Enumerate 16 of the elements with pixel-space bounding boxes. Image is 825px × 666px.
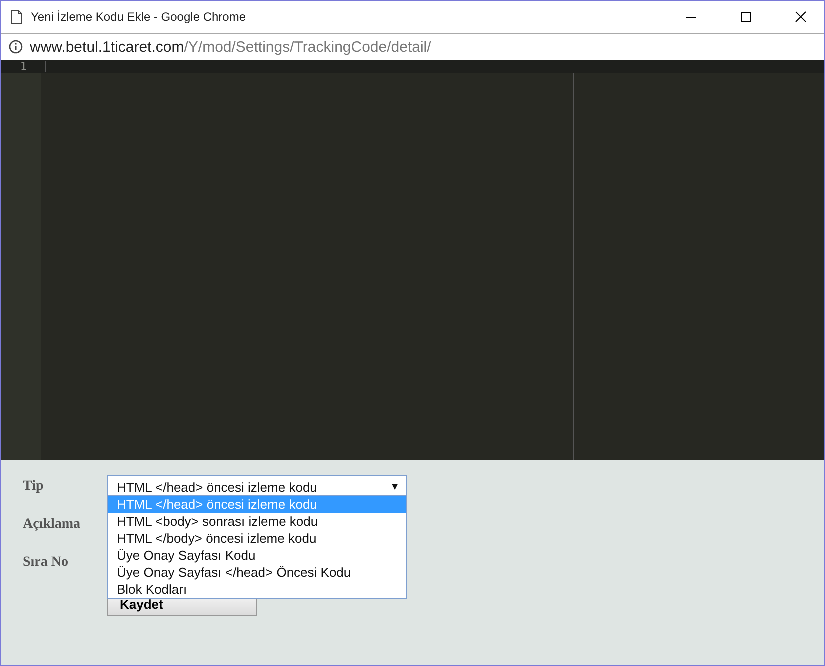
close-icon[interactable] xyxy=(795,11,807,23)
code-editor[interactable]: 1 xyxy=(1,60,824,460)
field-label: Açıklama xyxy=(23,517,82,533)
text-cursor xyxy=(45,61,46,72)
line-number: 1 xyxy=(1,60,41,73)
page-icon xyxy=(11,10,22,24)
url-text[interactable]: www.betul.1ticaret.com/Y/mod/Settings/TrackingCode/detail/ xyxy=(30,38,432,56)
info-icon[interactable] xyxy=(9,40,23,54)
dropdown-option[interactable]: Üye Onay Sayfası </head> Öncesi Kodu xyxy=(108,564,406,581)
field-label: Sıra No xyxy=(23,555,70,571)
window-title: Yeni İzleme Kodu Ekle - Google Chrome xyxy=(31,10,248,24)
dropdown-option[interactable]: HTML <body> sonrası izleme kodu xyxy=(108,513,406,530)
field-label: Tip xyxy=(23,479,45,495)
dropdown-option[interactable]: HTML </body> öncesi izleme kodu xyxy=(108,530,406,547)
dropdown-option[interactable]: Üye Onay Sayfası Kodu xyxy=(108,547,406,564)
maximize-icon[interactable] xyxy=(740,11,752,23)
